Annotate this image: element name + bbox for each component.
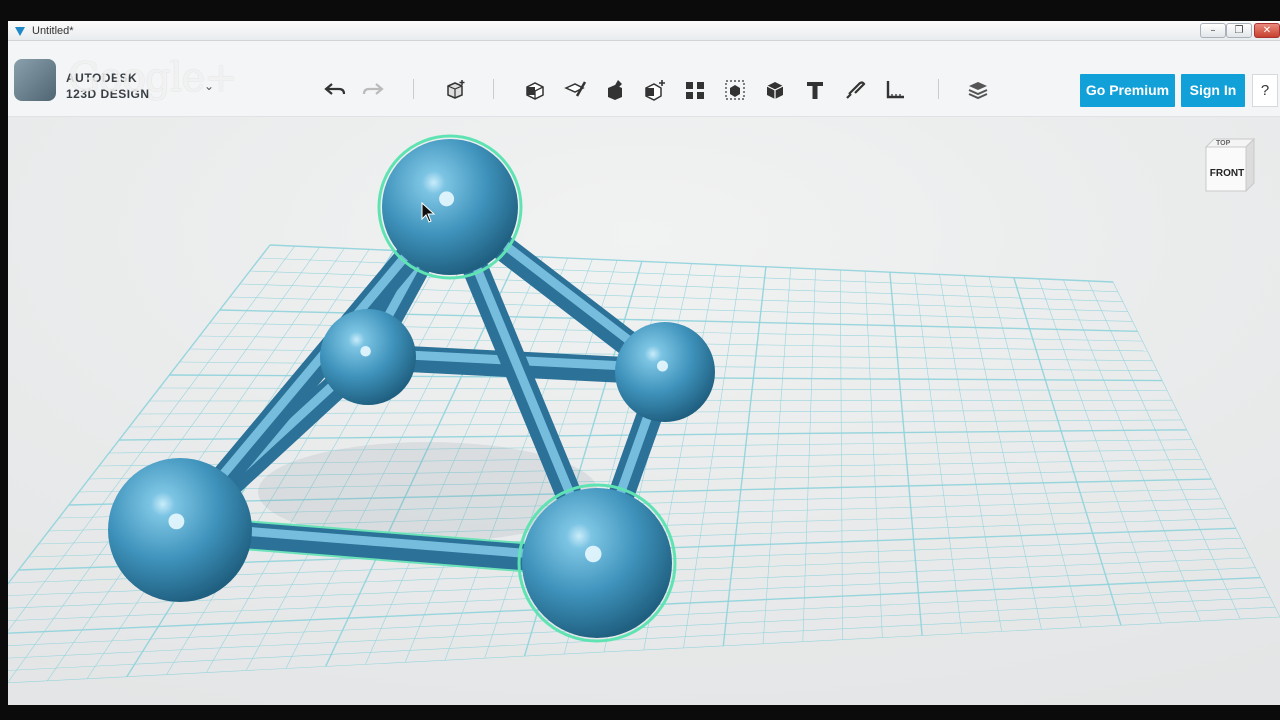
sign-in-button[interactable]: Sign In: [1181, 74, 1245, 107]
minimize-button[interactable]: –: [1200, 23, 1226, 38]
transform-icon[interactable]: [440, 75, 470, 105]
primitives-icon[interactable]: [520, 75, 550, 105]
view-cube-top-label: TOP: [1216, 140, 1231, 147]
main-toolbar: AUTODESK 123D DESIGN ⌄ Google+ Go Premiu…: [8, 41, 1280, 117]
sphere-right[interactable]: [615, 322, 715, 422]
close-button[interactable]: ✕: [1254, 23, 1280, 38]
view-cube-front-label: FRONT: [1209, 168, 1245, 179]
app-logo-icon: [14, 59, 56, 101]
snap-icon[interactable]: [840, 75, 870, 105]
view-cube[interactable]: TOP FRONT: [1204, 137, 1256, 195]
google-plus-watermark: Google+: [68, 55, 238, 101]
sphere-specular: [585, 545, 602, 563]
sphere-specular: [657, 360, 668, 372]
measure-icon[interactable]: [880, 75, 910, 105]
sphere-back[interactable]: [320, 309, 416, 405]
sphere-specular: [168, 513, 185, 530]
pattern-icon[interactable]: [680, 75, 710, 105]
combine-icon[interactable]: [760, 75, 790, 105]
3d-viewport[interactable]: TOP FRONT: [8, 117, 1280, 705]
redo-icon[interactable]: [358, 75, 388, 105]
scene-canvas: [8, 117, 1280, 705]
sphere-specular: [439, 191, 455, 207]
toolbar-divider: [938, 79, 939, 99]
help-button[interactable]: ?: [1252, 74, 1278, 107]
material-icon[interactable]: [963, 75, 993, 105]
app-icon: [15, 27, 25, 36]
sketch-icon[interactable]: [560, 75, 590, 105]
modify-icon[interactable]: [640, 75, 670, 105]
text-icon[interactable]: [800, 75, 830, 105]
sphere-left[interactable]: [108, 458, 252, 602]
grouping-icon[interactable]: [720, 75, 750, 105]
go-premium-button[interactable]: Go Premium: [1080, 74, 1175, 107]
title-bar[interactable]: Untitled* – ❐ ✕: [8, 21, 1280, 41]
maximize-button[interactable]: ❐: [1226, 23, 1252, 38]
toolbar-divider: [413, 79, 414, 99]
screen-frame: Untitled* – ❐ ✕ AUTODESK 123D DESIGN ⌄ G…: [0, 0, 1280, 720]
sphere-top[interactable]: [382, 139, 518, 275]
construct-icon[interactable]: [600, 75, 630, 105]
toolbar-divider: [493, 79, 494, 99]
sphere-specular: [360, 345, 371, 357]
undo-icon[interactable]: [320, 75, 350, 105]
sphere-front[interactable]: [522, 488, 672, 638]
app-window: Untitled* – ❐ ✕ AUTODESK 123D DESIGN ⌄ G…: [8, 21, 1280, 705]
window-title: Untitled*: [32, 25, 74, 37]
